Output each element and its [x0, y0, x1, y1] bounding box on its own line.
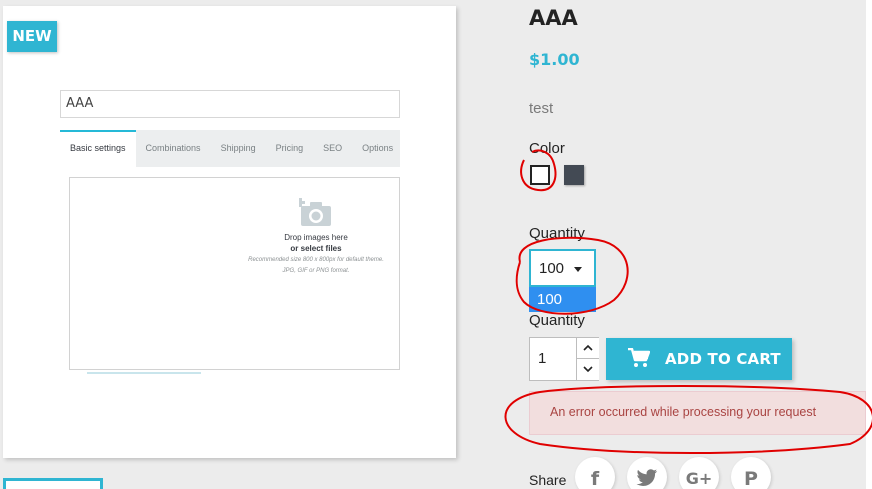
share-twitter-button[interactable]: [627, 457, 667, 489]
new-badge: NEW: [7, 21, 57, 52]
quantity-input[interactable]: 1: [538, 350, 546, 367]
share-pinterest-button[interactable]: P: [731, 457, 771, 489]
inner-dropzone: Drop images here or select files Recomme…: [69, 177, 400, 370]
share-google-plus-button[interactable]: G+: [679, 457, 719, 489]
product-price: $1.00: [529, 50, 580, 69]
color-label: Color: [529, 140, 565, 157]
page-edge: [866, 0, 872, 489]
chevron-down-icon: [583, 366, 593, 373]
share-label: Share: [529, 472, 567, 488]
error-alert: An error occurred while processing your …: [529, 391, 866, 435]
quantity-decrement-button[interactable]: [576, 359, 599, 380]
product-title: AAA: [529, 6, 578, 30]
select-files-hint: or select files: [290, 244, 342, 253]
inner-tab-seo: SEO: [323, 143, 343, 153]
add-to-cart-label: ADD TO CART: [665, 350, 781, 368]
inner-tab-combinations: Combinations: [145, 143, 201, 153]
quantity-label: Quantity: [529, 312, 585, 329]
inner-tab-pricing: Pricing: [275, 143, 304, 153]
shopping-cart-icon: [628, 348, 650, 367]
quantity-select[interactable]: 100: [529, 249, 596, 287]
google-plus-icon: G+: [685, 469, 713, 488]
product-image[interactable]: AAA Basic settings Combinations Shipping…: [3, 6, 456, 458]
color-swatch-white[interactable]: [530, 165, 550, 185]
error-message: An error occurred while processing your …: [550, 405, 817, 419]
inner-tabs: Basic settings Combinations Shipping Pri…: [60, 130, 400, 167]
caret-down-icon: [574, 267, 582, 272]
quantity-stepper[interactable]: 1: [529, 337, 599, 381]
quantity-variant-label: Quantity: [529, 225, 585, 242]
inner-name-field: AAA: [60, 90, 400, 118]
inner-tab-shipping: Shipping: [220, 143, 256, 153]
quantity-select-value: 100: [539, 260, 565, 277]
thumbnail-selected[interactable]: [3, 478, 103, 489]
quantity-increment-button[interactable]: [576, 338, 599, 359]
inner-divider: [87, 372, 201, 374]
add-to-cart-button[interactable]: ADD TO CART: [606, 338, 792, 380]
quantity-option[interactable]: 100: [529, 287, 596, 312]
product-description: test: [529, 100, 554, 117]
facebook-icon: f: [590, 468, 600, 489]
chevron-up-icon: [583, 344, 593, 351]
camera-icon: [299, 198, 331, 226]
color-swatch-dark-gray[interactable]: [564, 165, 584, 185]
format-hint: JPG, GIF or PNG format.: [282, 268, 350, 274]
inner-tab-basic-settings: Basic settings: [60, 130, 136, 167]
pinterest-icon: P: [744, 468, 758, 489]
share-facebook-button[interactable]: f: [575, 457, 615, 489]
twitter-icon: [636, 469, 658, 486]
inner-tab-options: Options: [362, 143, 394, 153]
size-hint: Recommended size 800 x 800px for default…: [248, 257, 384, 263]
drop-hint: Drop images here: [284, 233, 348, 242]
